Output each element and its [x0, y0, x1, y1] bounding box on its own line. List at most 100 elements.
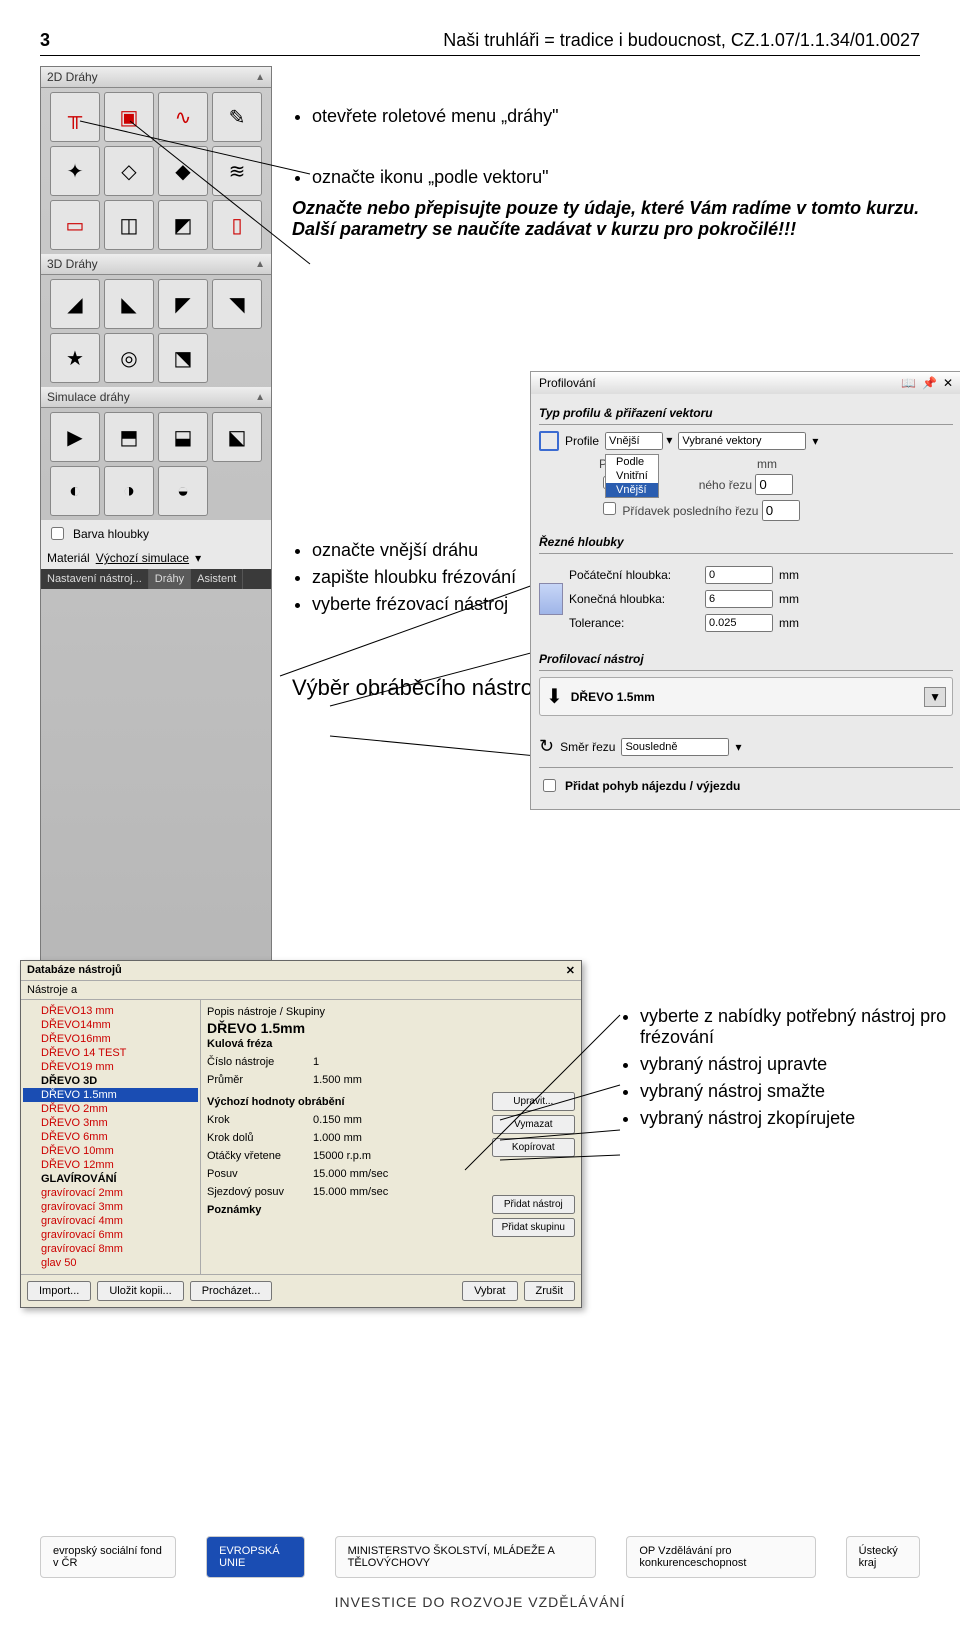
tool-icon-6[interactable]: ◇	[104, 146, 154, 196]
bullet-open-menu: otevřete roletové menu „dráhy"	[312, 106, 920, 127]
field-label: Krok	[207, 1114, 307, 1126]
tool-icon-3[interactable]: ∿	[158, 92, 208, 142]
tree-item[interactable]: DŘEVO19 mm	[23, 1060, 198, 1074]
field-label: Posuv	[207, 1168, 307, 1180]
end-depth-input[interactable]	[705, 590, 773, 608]
project-title: Naši truhláři = tradice i budoucnost, CZ…	[443, 30, 920, 51]
tool-icon-10[interactable]: ◫	[104, 200, 154, 250]
cut-direction-select[interactable]	[621, 738, 729, 756]
tree-item[interactable]: DŘEVO16mm	[23, 1032, 198, 1046]
profiling-title: Profilování	[539, 376, 596, 390]
tool-icon-3d-5[interactable]: ★	[50, 333, 100, 383]
tool-icon-3d-7[interactable]: ⬔	[158, 333, 208, 383]
save-copy-button[interactable]: Uložit kopii...	[97, 1281, 183, 1301]
logo-eu: EVROPSKÁ UNIE	[206, 1536, 305, 1578]
tool-icon-3d-3[interactable]: ◤	[158, 279, 208, 329]
dropdown-icon[interactable]: ▾	[195, 551, 201, 565]
tree-item[interactable]: DŘEVO 12mm	[23, 1158, 198, 1172]
pin-icon[interactable]: 📌	[922, 376, 937, 390]
tool-icon-5[interactable]: ✦	[50, 146, 100, 196]
tree-item[interactable]: DŘEVO 3mm	[23, 1116, 198, 1130]
tool-icon-12[interactable]: ▯	[212, 200, 262, 250]
help-icon[interactable]: 📖	[901, 376, 916, 390]
field-value: 1	[313, 1056, 319, 1068]
bullet-mark-icon: označte ikonu „podle vektoru"	[312, 167, 920, 188]
tree-item[interactable]: gravírovací 2mm	[23, 1186, 198, 1200]
tool-tree[interactable]: DŘEVO13 mm DŘEVO14mm DŘEVO16mm DŘEVO 14 …	[21, 1000, 201, 1274]
tool-icon-3d-1[interactable]: ◢	[50, 279, 100, 329]
add-approach-checkbox[interactable]	[543, 779, 556, 792]
ballnose-icon: ⬇	[546, 684, 563, 709]
tab-drahy[interactable]: Dráhy	[149, 569, 191, 589]
last-cut-checkbox[interactable]	[603, 502, 616, 515]
tool-icon-sim-7[interactable]: ◒	[158, 466, 208, 516]
section-sim-header[interactable]: Simulace dráhy ▲	[41, 387, 271, 408]
import-button[interactable]: Import...	[27, 1281, 91, 1301]
tree-item[interactable]: gravírovací 6mm	[23, 1228, 198, 1242]
tool-icon-3d-4[interactable]: ◥	[212, 279, 262, 329]
field-value: 15.000 mm/sec	[313, 1186, 388, 1198]
tree-item[interactable]: DŘEVO14mm	[23, 1018, 198, 1032]
material-row: Materiál Výchozí simulace ▾	[41, 547, 271, 569]
tree-group[interactable]: GLAVÍROVÁNÍ	[23, 1172, 198, 1186]
option-vnitrni[interactable]: Vnitřní	[606, 469, 658, 483]
tool-icon-11[interactable]: ◩	[158, 200, 208, 250]
chevron-down-icon[interactable]: ▾	[735, 740, 741, 754]
tab-nastaveni[interactable]: Nastavení nástroj...	[41, 569, 149, 589]
tool-icon-2[interactable]: ▣	[104, 92, 154, 142]
tree-item[interactable]: DŘEVO 6mm	[23, 1130, 198, 1144]
depth-color-checkbox[interactable]	[51, 527, 64, 540]
tree-item[interactable]: DŘEVO 10mm	[23, 1144, 198, 1158]
tool-icon-sim-3[interactable]: ⬓	[158, 412, 208, 462]
close-icon[interactable]: ✕	[943, 376, 953, 390]
tool-icon-sim-4[interactable]: ⬕	[212, 412, 262, 462]
section-3d-header[interactable]: 3D Dráhy ▲	[41, 254, 271, 275]
notes-label: Poznámky	[207, 1204, 482, 1216]
bold-note: Označte nebo přepisujte pouze ty údaje, …	[292, 198, 920, 240]
tool-icon-8[interactable]: ≋	[212, 146, 262, 196]
tool-icon-sim-1[interactable]: ▶	[50, 412, 100, 462]
tree-item[interactable]: gravírovací 3mm	[23, 1200, 198, 1214]
option-vnejsi[interactable]: Vnější	[606, 483, 658, 497]
first-cut-value[interactable]	[755, 474, 793, 495]
vectors-select[interactable]	[678, 432, 806, 450]
tool-picker[interactable]: ⬇ DŘEVO 1.5mm ▼	[539, 677, 953, 716]
start-depth-input[interactable]	[705, 566, 773, 584]
material-value[interactable]: Výchozí simulace	[96, 551, 189, 565]
page-number: 3	[40, 30, 50, 51]
select-button[interactable]: Vybrat	[462, 1281, 517, 1301]
tool-icon-sim-5[interactable]: ◐	[50, 466, 100, 516]
tool-icon-7[interactable]: ◆	[158, 146, 208, 196]
depth-color-label: Barva hloubky	[73, 527, 149, 541]
tree-item[interactable]: gravírovací 4mm	[23, 1214, 198, 1228]
tool-icon-4[interactable]: ✎	[212, 92, 262, 142]
tool-icon-3d-2[interactable]: ◣	[104, 279, 154, 329]
section-profile-type: Typ profilu & přiřazení vektoru	[539, 402, 953, 425]
tool-icon-3d-6[interactable]: ◎	[104, 333, 154, 383]
profile-select[interactable]	[605, 432, 663, 450]
toolpaths-panel: 2D Dráhy ▲ ╥ ▣ ∿ ✎ ✦ ◇ ◆ ≋ ▭ ◫ ◩ ▯ 3D Dr…	[40, 66, 272, 1066]
option-podle[interactable]: Podle	[606, 455, 658, 469]
last-cut-value[interactable]	[762, 500, 800, 521]
browse-button[interactable]: Procházet...	[190, 1281, 273, 1301]
tree-group[interactable]: DŘEVO 3D	[23, 1074, 198, 1088]
tree-item[interactable]: gravírovací 8mm	[23, 1242, 198, 1256]
close-icon[interactable]: ✕	[566, 964, 575, 977]
tree-item[interactable]: DŘEVO 2mm	[23, 1102, 198, 1116]
tool-dropdown-button[interactable]: ▼	[924, 687, 946, 707]
tool-icon-9[interactable]: ▭	[50, 200, 100, 250]
tree-item[interactable]: DŘEVO 14 TEST	[23, 1046, 198, 1060]
chevron-down-icon[interactable]: ▾	[812, 434, 818, 448]
tool-icon-sim-6[interactable]: ◑	[104, 466, 154, 516]
tool-icon-1[interactable]: ╥	[50, 92, 100, 142]
tolerance-input[interactable]	[705, 614, 773, 632]
section-2d-header[interactable]: 2D Dráhy ▲	[41, 67, 271, 88]
tree-item[interactable]: DŘEVO13 mm	[23, 1004, 198, 1018]
collapse-icon: ▲	[255, 392, 265, 403]
tool-icon-sim-2[interactable]: ⬒	[104, 412, 154, 462]
tree-item[interactable]: glav 50	[23, 1256, 198, 1270]
tree-item-selected[interactable]: DŘEVO 1.5mm	[23, 1088, 198, 1102]
tab-asistent[interactable]: Asistent	[191, 569, 243, 589]
chevron-down-icon[interactable]: ▾	[666, 433, 672, 447]
cancel-button[interactable]: Zrušit	[524, 1281, 576, 1301]
